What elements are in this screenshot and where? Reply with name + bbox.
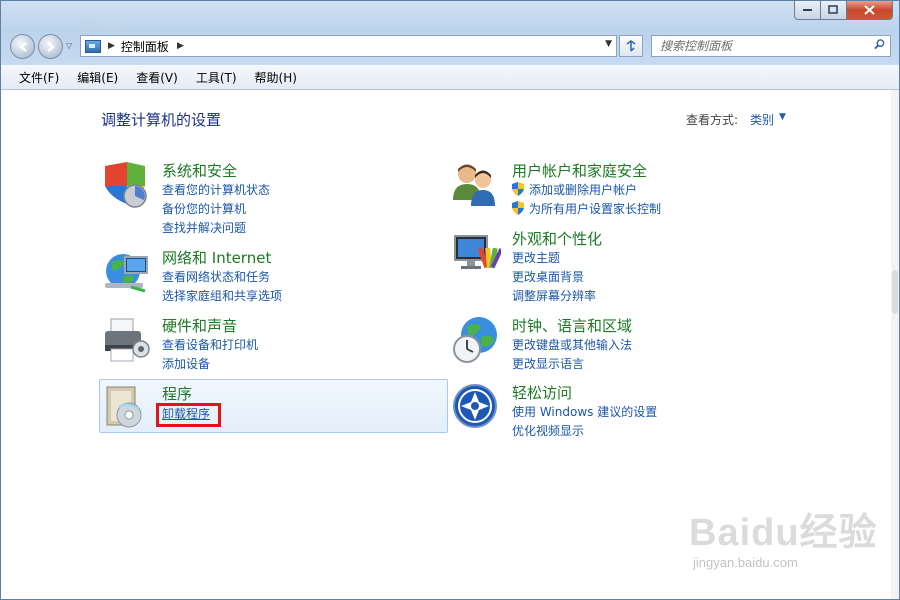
scrollbar-thumb[interactable] <box>892 270 898 314</box>
link-view-network-status[interactable]: 查看网络状态和任务 <box>162 268 270 285</box>
maximize-icon <box>828 5 838 14</box>
link-add-remove-accounts[interactable]: 添加或删除用户帐户 <box>512 181 637 198</box>
view-by-label: 查看方式: <box>686 113 739 127</box>
menu-edit[interactable]: 编辑(E) <box>71 69 124 86</box>
recent-pages-dropdown-icon[interactable]: ▽ <box>66 41 72 50</box>
breadcrumb-chevron-icon[interactable]: ▶ <box>108 41 115 51</box>
menu-tools[interactable]: 工具(T) <box>190 69 243 86</box>
breadcrumb-control-panel[interactable]: 控制面板 <box>121 38 169 55</box>
category-title-system-security[interactable]: 系统和安全 <box>162 160 237 181</box>
caption-buttons <box>794 1 893 20</box>
annotation-red-highlight <box>156 403 221 427</box>
accessibility-icon <box>453 384 497 428</box>
link-change-theme[interactable]: 更改主题 <box>512 249 560 266</box>
window-title: 控制面板 <box>79 19 128 33</box>
maximize-button[interactable] <box>821 1 847 20</box>
forward-arrow-icon <box>46 41 55 52</box>
users-icon <box>453 164 495 206</box>
uac-shield-icon <box>512 201 524 215</box>
search-box[interactable] <box>651 35 891 57</box>
link-parental-controls-label[interactable]: 为所有用户设置家长控制 <box>529 202 661 216</box>
navigation-bar: ▽ ▶ 控制面板 ▶ ▼ <box>1 33 899 61</box>
link-change-keyboard[interactable]: 更改键盘或其他输入法 <box>512 336 632 353</box>
link-add-remove-accounts-label[interactable]: 添加或删除用户帐户 <box>529 183 637 197</box>
back-button[interactable] <box>10 34 35 59</box>
link-adjust-resolution[interactable]: 调整屏幕分辨率 <box>512 287 596 304</box>
vertical-scrollbar[interactable] <box>891 90 899 599</box>
category-title-network-internet[interactable]: 网络和 Internet <box>162 247 271 268</box>
category-title-programs[interactable]: 程序 <box>162 383 192 404</box>
network-icon <box>105 254 148 293</box>
content-area: 调整计算机的设置 查看方式: 类别 ▼ 系统和安全 查看您的计算机状态 备份您的… <box>1 90 899 599</box>
menu-view[interactable]: 查看(V) <box>130 69 184 86</box>
back-arrow-icon <box>18 41 27 52</box>
view-by-caret-icon[interactable]: ▼ <box>779 112 786 122</box>
programs-icon <box>106 386 142 428</box>
search-icon[interactable] <box>874 39 885 50</box>
link-devices-printers[interactable]: 查看设备和打印机 <box>162 336 258 353</box>
control-panel-icon <box>85 39 101 53</box>
link-backup-computer[interactable]: 备份您的计算机 <box>162 200 246 217</box>
link-view-computer-status[interactable]: 查看您的计算机状态 <box>162 181 270 198</box>
breadcrumb-chevron-icon[interactable]: ▶ <box>177 41 184 51</box>
link-change-background[interactable]: 更改桌面背景 <box>512 268 584 285</box>
link-windows-recommended-settings[interactable]: 使用 Windows 建议的设置 <box>512 403 657 420</box>
menu-help[interactable]: 帮助(H) <box>249 69 303 86</box>
view-by-dropdown[interactable]: 类别 <box>750 111 774 128</box>
monitor-icon <box>454 235 501 269</box>
programs-hover-highlight <box>99 379 448 433</box>
page-title: 调整计算机的设置 <box>101 111 222 129</box>
control-panel-window: 控制面板 ▽ ▶ 控制面板 ▶ ▼ 搜索控制面板 文件(F) 编辑(E) 查看(… <box>0 0 900 600</box>
category-title-appearance[interactable]: 外观和个性化 <box>512 228 602 249</box>
forward-button[interactable] <box>38 34 63 59</box>
refresh-button[interactable] <box>619 35 643 57</box>
category-title-clock-language[interactable]: 时钟、语言和区域 <box>512 315 632 336</box>
link-optimize-visual-display[interactable]: 优化视频显示 <box>512 422 584 439</box>
category-title-hardware-sound[interactable]: 硬件和声音 <box>162 315 237 336</box>
link-troubleshoot[interactable]: 查找并解决问题 <box>162 219 246 236</box>
menu-bar: 文件(F) 编辑(E) 查看(V) 工具(T) 帮助(H) <box>1 65 899 90</box>
link-parental-controls[interactable]: 为所有用户设置家长控制 <box>512 200 661 217</box>
minimize-button[interactable] <box>794 1 821 20</box>
search-input[interactable] <box>658 38 872 54</box>
close-button[interactable] <box>847 1 893 20</box>
refresh-icon <box>626 40 636 52</box>
shield-icon <box>105 162 147 208</box>
printer-icon <box>105 318 150 362</box>
address-bar[interactable]: ▶ 控制面板 ▶ ▼ <box>80 35 617 57</box>
close-icon <box>864 5 875 15</box>
link-change-display-language[interactable]: 更改显示语言 <box>512 355 584 372</box>
menu-file[interactable]: 文件(F) <box>13 69 65 86</box>
minimize-icon <box>802 9 812 11</box>
link-add-device[interactable]: 添加设备 <box>162 355 210 372</box>
globe-clock-icon <box>453 317 497 363</box>
uac-shield-icon <box>512 182 524 196</box>
category-title-user-accounts[interactable]: 用户帐户和家庭安全 <box>512 160 647 181</box>
category-title-ease-of-access[interactable]: 轻松访问 <box>512 382 572 403</box>
link-homegroup-sharing[interactable]: 选择家庭组和共享选项 <box>162 287 282 304</box>
address-dropdown-icon[interactable]: ▼ <box>605 39 612 49</box>
